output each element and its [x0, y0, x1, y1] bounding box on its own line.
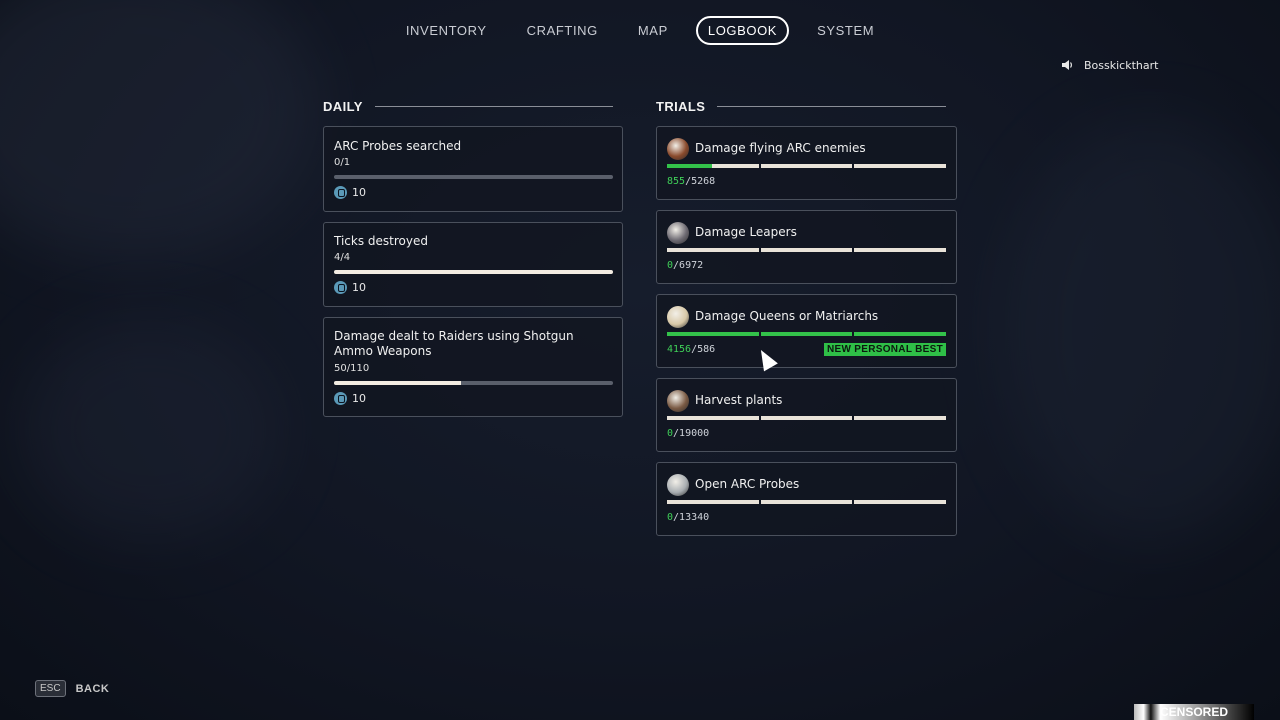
trial-title: Damage flying ARC enemies — [695, 141, 866, 155]
progress-segment — [854, 500, 947, 504]
progress-fill — [334, 381, 461, 385]
daily-card-ticks[interactable]: Ticks destroyed 4/4 10 — [323, 222, 623, 307]
progress-segment — [760, 332, 853, 336]
background-glow — [20, 320, 280, 540]
trial-progress-bar — [667, 164, 947, 168]
progress-segment — [667, 500, 759, 504]
coin-icon — [334, 186, 347, 199]
reward-amount: 10 — [352, 392, 366, 405]
daily-reward: 10 — [334, 186, 366, 199]
trial-title: Harvest plants — [695, 393, 783, 407]
censored-watermark: CENSORED — [1134, 704, 1254, 720]
personal-best-badge: NEW PERSONAL BEST — [823, 343, 946, 356]
progress-fill — [667, 164, 712, 168]
progress-segment — [667, 164, 759, 168]
trial-total: /13340 — [673, 512, 710, 523]
daily-title: ARC Probes searched — [334, 139, 462, 153]
trial-total: /586 — [691, 344, 716, 355]
party-member[interactable]: Bosskickthart — [1042, 56, 1270, 74]
progress-segment — [854, 332, 947, 336]
daily-progress-bar — [334, 175, 613, 179]
trial-progress-text: 0/19000 — [667, 428, 709, 439]
divider — [717, 105, 946, 107]
queen-icon — [667, 306, 689, 328]
back-button[interactable]: ESC BACK — [35, 680, 109, 697]
progress-segment — [760, 416, 853, 420]
trial-progress-text: 0/13340 — [667, 512, 709, 523]
trial-progress-bar — [667, 332, 947, 336]
progress-fill — [667, 332, 759, 336]
daily-header: DAILY — [323, 97, 613, 115]
trial-card-leapers[interactable]: Damage Leapers 0/6972 — [656, 210, 957, 284]
daily-card-arc-probes[interactable]: ARC Probes searched 0/1 10 — [323, 126, 623, 212]
trial-title: Damage Leapers — [695, 225, 797, 239]
coin-icon — [334, 281, 347, 294]
progress-fill — [854, 332, 947, 336]
daily-reward: 10 — [334, 281, 366, 294]
tab-crafting[interactable]: CRAFTING — [515, 16, 610, 45]
flying-arc-icon — [667, 138, 689, 160]
progress-segment — [667, 332, 759, 336]
progress-segment — [854, 416, 947, 420]
daily-progress-text: 4/4 — [334, 252, 351, 263]
trial-total: /19000 — [673, 428, 710, 439]
progress-segment — [667, 416, 759, 420]
daily-reward: 10 — [334, 392, 366, 405]
trial-card-flying-arc[interactable]: Damage flying ARC enemies 855/5268 — [656, 126, 957, 200]
plant-icon — [667, 390, 689, 412]
trial-card-queens[interactable]: Damage Queens or Matriarchs 4156/586 NEW… — [656, 294, 957, 368]
trial-progress-bar — [667, 248, 947, 252]
daily-card-shotgun-damage[interactable]: Damage dealt to Raiders using Shotgun Am… — [323, 317, 623, 417]
divider — [374, 105, 613, 107]
speaker-icon — [1062, 60, 1072, 70]
tab-map[interactable]: MAP — [626, 16, 680, 45]
daily-title: Ticks destroyed — [334, 234, 428, 248]
trial-progress-bar — [667, 416, 947, 420]
watermark-text: CENSORED — [1159, 705, 1228, 719]
reward-amount: 10 — [352, 281, 366, 294]
trial-card-harvest[interactable]: Harvest plants 0/19000 — [656, 378, 957, 452]
progress-segment — [760, 164, 853, 168]
top-nav: INVENTORY CRAFTING MAP LOGBOOK SYSTEM — [0, 15, 1280, 45]
trials-header: TRIALS — [656, 97, 946, 115]
progress-segment — [667, 248, 759, 252]
trial-progress-text: 855/5268 — [667, 176, 715, 187]
reward-amount: 10 — [352, 186, 366, 199]
probe-icon — [667, 474, 689, 496]
tab-inventory[interactable]: INVENTORY — [394, 16, 499, 45]
coin-icon — [334, 392, 347, 405]
tab-logbook[interactable]: LOGBOOK — [695, 15, 790, 45]
trial-current: 855 — [667, 176, 686, 187]
progress-segment — [854, 164, 947, 168]
daily-heading: DAILY — [323, 98, 363, 114]
trial-progress-text: 0/6972 — [667, 260, 703, 271]
background-glow — [1000, 120, 1280, 540]
progress-segment — [760, 500, 853, 504]
trial-total: /6972 — [673, 260, 704, 271]
daily-progress-bar — [334, 270, 613, 274]
back-label: BACK — [75, 682, 110, 695]
trial-progress-text: 4156/586 — [667, 344, 715, 355]
daily-title: Damage dealt to Raiders using Shotgun Am… — [334, 329, 574, 358]
daily-progress-text: 0/1 — [334, 157, 351, 168]
progress-fill — [334, 270, 613, 274]
leaper-icon — [667, 222, 689, 244]
trial-total: /5268 — [685, 176, 716, 187]
progress-segment — [760, 248, 853, 252]
trial-card-open-probes[interactable]: Open ARC Probes 0/13340 — [656, 462, 957, 536]
username: Bosskickthart — [1084, 58, 1159, 72]
esc-key: ESC — [35, 680, 66, 697]
trial-progress-bar — [667, 500, 947, 504]
trial-current: 4156 — [667, 344, 692, 355]
progress-segment — [854, 248, 947, 252]
progress-fill — [760, 332, 853, 336]
trials-heading: TRIALS — [656, 98, 706, 114]
daily-progress-bar — [334, 381, 613, 385]
tab-system[interactable]: SYSTEM — [805, 16, 886, 45]
trial-title: Damage Queens or Matriarchs — [695, 309, 879, 323]
trial-title: Open ARC Probes — [695, 477, 800, 491]
daily-progress-text: 50/110 — [334, 363, 370, 374]
